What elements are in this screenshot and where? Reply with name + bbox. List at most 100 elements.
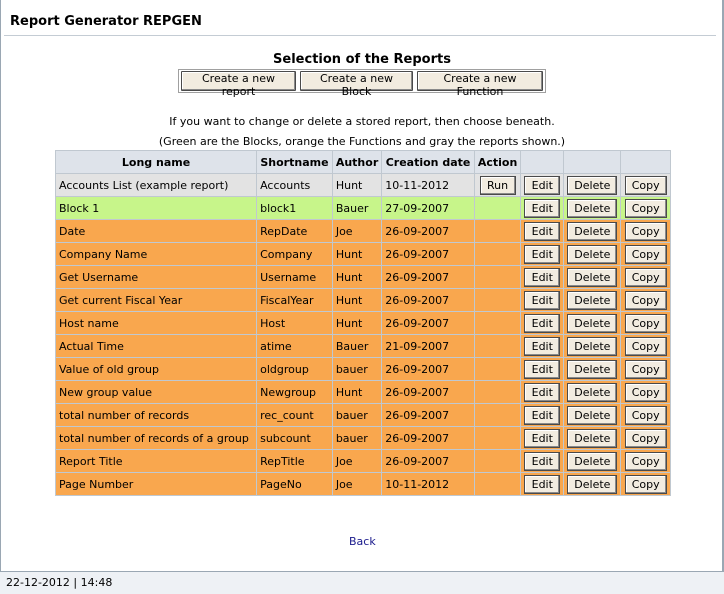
edit-button[interactable]: Edit bbox=[524, 175, 561, 195]
copy-button[interactable]: Copy bbox=[624, 244, 667, 264]
delete-button[interactable]: Delete bbox=[567, 198, 618, 218]
cell-long-name: Page Number bbox=[54, 472, 258, 496]
cell-copy: Copy bbox=[620, 288, 671, 312]
cell-edit: Edit bbox=[520, 196, 565, 220]
copy-button[interactable]: Copy bbox=[624, 198, 667, 218]
cell-edit: Edit bbox=[520, 472, 565, 496]
reports-table: Long name Shortname Author Creation date… bbox=[54, 150, 671, 496]
edit-button[interactable]: Edit bbox=[524, 451, 561, 471]
copy-button[interactable]: Copy bbox=[624, 175, 667, 195]
copy-button[interactable]: Copy bbox=[624, 359, 667, 379]
cell-creation-date: 26-09-2007 bbox=[381, 311, 475, 335]
cell-creation-date: 26-09-2007 bbox=[381, 380, 475, 404]
table-row: Accounts List (example report) Accounts Hu… bbox=[54, 173, 671, 197]
edit-button[interactable]: Edit bbox=[524, 290, 561, 310]
table-row: Actual Time atime Bauer 21-09-2007 Edit Delet… bbox=[54, 334, 671, 358]
edit-button[interactable]: Edit bbox=[524, 359, 561, 379]
create-block-button[interactable]: Create a new Block bbox=[300, 71, 413, 98]
cell-long-name: Host name bbox=[54, 311, 258, 335]
cell-author: Hunt bbox=[331, 242, 383, 266]
delete-button[interactable]: Delete bbox=[567, 336, 618, 356]
edit-button[interactable]: Edit bbox=[524, 313, 561, 333]
cell-action bbox=[473, 403, 522, 427]
cell-creation-date: 26-09-2007 bbox=[381, 357, 475, 381]
copy-button[interactable]: Copy bbox=[624, 267, 667, 287]
copy-button[interactable]: Copy bbox=[624, 451, 667, 471]
cell-edit: Edit bbox=[520, 449, 565, 473]
copy-button[interactable]: Copy bbox=[624, 336, 667, 356]
edit-button[interactable]: Edit bbox=[524, 474, 561, 494]
col-header-delete bbox=[563, 150, 622, 174]
cell-author: bauer bbox=[331, 357, 383, 381]
delete-button[interactable]: Delete bbox=[567, 175, 618, 195]
back-link[interactable]: Back bbox=[349, 535, 376, 548]
edit-button[interactable]: Edit bbox=[524, 405, 561, 425]
create-function-button[interactable]: Create a new Function bbox=[417, 71, 543, 98]
cell-creation-date: 26-09-2007 bbox=[381, 426, 475, 450]
table-row: New group value Newgroup Hunt 26-09-2007 Edi… bbox=[54, 380, 671, 404]
table-row: Date RepDate Joe 26-09-2007 Edit Delete Copy bbox=[54, 219, 671, 243]
delete-button[interactable]: Delete bbox=[567, 244, 618, 264]
col-header-creation-date: Creation date bbox=[381, 150, 475, 174]
delete-button[interactable]: Delete bbox=[567, 451, 618, 471]
cell-creation-date: 26-09-2007 bbox=[381, 219, 475, 243]
cell-short-name: oldgroup bbox=[256, 357, 333, 381]
cell-long-name: Value of old group bbox=[54, 357, 258, 381]
edit-button[interactable]: Edit bbox=[524, 244, 561, 264]
create-report-button[interactable]: Create a new report bbox=[181, 71, 296, 98]
delete-button[interactable]: Delete bbox=[567, 221, 618, 241]
run-button[interactable]: Run bbox=[479, 175, 516, 195]
cell-copy: Copy bbox=[620, 426, 671, 450]
copy-button[interactable]: Copy bbox=[624, 474, 667, 494]
delete-button[interactable]: Delete bbox=[567, 405, 618, 425]
edit-button[interactable]: Edit bbox=[524, 198, 561, 218]
delete-button[interactable]: Delete bbox=[567, 267, 618, 287]
edit-button[interactable]: Edit bbox=[524, 267, 561, 287]
table-row: total number of records of a group subcou… bbox=[54, 426, 671, 450]
edit-button[interactable]: Edit bbox=[524, 428, 561, 448]
cell-author: Joe bbox=[331, 219, 383, 243]
cell-action bbox=[473, 219, 522, 243]
edit-button[interactable]: Edit bbox=[524, 221, 561, 241]
cell-copy: Copy bbox=[620, 357, 671, 381]
cell-copy: Copy bbox=[620, 242, 671, 266]
edit-button[interactable]: Edit bbox=[524, 382, 561, 402]
cell-author: Hunt bbox=[331, 288, 383, 312]
cell-short-name: PageNo bbox=[256, 472, 333, 496]
edit-button[interactable]: Edit bbox=[524, 336, 561, 356]
cell-action bbox=[473, 311, 522, 335]
copy-button[interactable]: Copy bbox=[624, 290, 667, 310]
col-header-copy bbox=[620, 150, 671, 174]
copy-button[interactable]: Copy bbox=[624, 382, 667, 402]
delete-button[interactable]: Delete bbox=[567, 290, 618, 310]
cell-creation-date: 27-09-2007 bbox=[381, 196, 475, 220]
cell-action bbox=[473, 449, 522, 473]
cell-edit: Edit bbox=[520, 403, 565, 427]
table-row: total number of records rec_count bauer 26-… bbox=[54, 403, 671, 427]
cell-creation-date: 26-09-2007 bbox=[381, 265, 475, 289]
table-row: Company Name Company Hunt 26-09-2007 Edit Del… bbox=[54, 242, 671, 266]
cell-copy: Copy bbox=[620, 265, 671, 289]
delete-button[interactable]: Delete bbox=[567, 359, 618, 379]
copy-button[interactable]: Copy bbox=[624, 405, 667, 425]
delete-button[interactable]: Delete bbox=[567, 382, 618, 402]
copy-button[interactable]: Copy bbox=[624, 313, 667, 333]
delete-button[interactable]: Delete bbox=[567, 428, 618, 448]
cell-copy: Copy bbox=[620, 173, 671, 197]
cell-short-name: block1 bbox=[256, 196, 333, 220]
table-row: Value of old group oldgroup bauer 26-09-200… bbox=[54, 357, 671, 381]
copy-button[interactable]: Copy bbox=[624, 428, 667, 448]
col-header-action: Action bbox=[473, 150, 522, 174]
cell-short-name: RepTitle bbox=[256, 449, 333, 473]
cell-long-name: Company Name bbox=[54, 242, 258, 266]
delete-button[interactable]: Delete bbox=[567, 474, 618, 494]
delete-button[interactable]: Delete bbox=[567, 313, 618, 333]
cell-long-name: total number of records bbox=[54, 403, 258, 427]
section-title: Selection of the Reports bbox=[273, 52, 451, 67]
cell-long-name: Block 1 bbox=[54, 196, 258, 220]
cell-edit: Edit bbox=[520, 334, 565, 358]
cell-delete: Delete bbox=[563, 380, 622, 404]
copy-button[interactable]: Copy bbox=[624, 221, 667, 241]
cell-delete: Delete bbox=[563, 357, 622, 381]
cell-short-name: Accounts bbox=[256, 173, 333, 197]
